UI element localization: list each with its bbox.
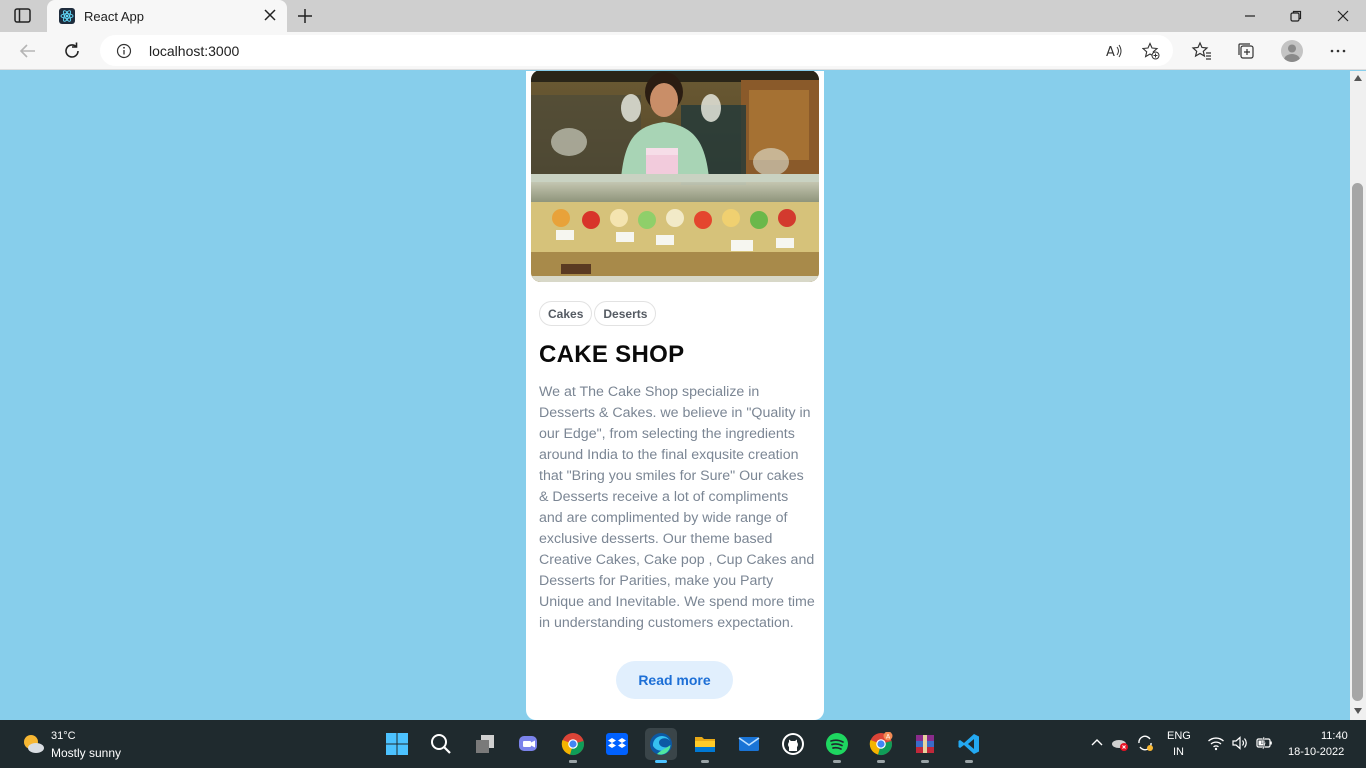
region-indicator[interactable]: IN: [1173, 746, 1184, 758]
clock-date[interactable]: 18-10-2022: [1288, 746, 1344, 758]
read-more-button[interactable]: Read more: [616, 661, 733, 699]
react-favicon-icon: [59, 8, 75, 24]
start-icon[interactable]: [381, 728, 413, 760]
volume-icon[interactable]: [1231, 734, 1249, 752]
battery-icon[interactable]: [1255, 734, 1273, 752]
card-title: CAKE SHOP: [539, 341, 685, 368]
search-icon[interactable]: [425, 728, 457, 760]
url-text[interactable]: localhost:3000: [149, 43, 239, 59]
browser-tab-react-app[interactable]: React App: [47, 0, 287, 32]
close-window-icon[interactable]: [1333, 6, 1353, 26]
running-indicator: [833, 760, 841, 763]
tab-bar: React App: [0, 0, 1366, 32]
tag-cakes[interactable]: Cakes: [539, 301, 593, 326]
site-info-icon[interactable]: [116, 43, 132, 59]
chrome-icon[interactable]: [557, 728, 589, 763]
running-indicator: [701, 760, 709, 763]
spotify-icon[interactable]: [821, 728, 853, 763]
taskbar: 31°C Mostly sunny A ENG IN 11:40 18-10-2…: [0, 720, 1366, 768]
running-indicator: [569, 760, 577, 763]
tag-list: Cakes Deserts: [539, 301, 657, 326]
wifi-icon[interactable]: [1207, 734, 1225, 752]
file-explorer-icon[interactable]: [689, 728, 721, 763]
page-viewport: Cakes Deserts CAKE SHOP We at The Cake S…: [0, 71, 1350, 720]
weather-description[interactable]: Mostly sunny: [51, 746, 121, 760]
scroll-down-arrow-icon[interactable]: [1354, 708, 1362, 714]
language-indicator[interactable]: ENG: [1167, 730, 1191, 742]
cake-shop-card: Cakes Deserts CAKE SHOP We at The Cake S…: [526, 71, 824, 720]
read-aloud-icon[interactable]: A: [1105, 42, 1123, 60]
minimize-icon[interactable]: [1240, 6, 1260, 26]
browser-toolbar: localhost:3000 A: [0, 32, 1366, 70]
svg-text:A: A: [1106, 45, 1115, 60]
scroll-up-arrow-icon[interactable]: [1354, 75, 1362, 81]
vscode-icon[interactable]: [953, 728, 985, 763]
cake-shop-photo: [531, 71, 819, 282]
clock-time[interactable]: 11:40: [1321, 730, 1348, 742]
mail-icon[interactable]: [733, 728, 765, 760]
sync-icon[interactable]: [1136, 734, 1154, 752]
refresh-icon[interactable]: [61, 40, 83, 62]
new-tab-icon[interactable]: [296, 7, 314, 25]
github-icon[interactable]: [777, 728, 809, 760]
profile-avatar-icon[interactable]: [1281, 40, 1303, 62]
running-indicator: [655, 760, 667, 763]
collections-icon[interactable]: [1235, 40, 1257, 62]
onedrive-error-icon[interactable]: [1111, 734, 1129, 752]
dropbox-icon[interactable]: [601, 728, 633, 760]
running-indicator: [965, 760, 973, 763]
more-menu-icon[interactable]: [1327, 40, 1349, 62]
weather-sunny-icon[interactable]: [21, 732, 45, 756]
show-hidden-icons-icon[interactable]: [1088, 734, 1106, 752]
back-icon[interactable]: [17, 40, 39, 62]
page-scrollbar[interactable]: [1350, 71, 1366, 720]
scrollbar-thumb[interactable]: [1352, 183, 1363, 701]
teams-chat-icon[interactable]: [513, 728, 545, 760]
tab-title: React App: [84, 9, 144, 24]
running-indicator: [921, 760, 929, 763]
card-description: We at The Cake Shop specialize in Desser…: [539, 384, 815, 631]
tag-deserts[interactable]: Deserts: [594, 301, 657, 326]
address-bar[interactable]: localhost:3000 A: [100, 35, 1173, 66]
restore-icon[interactable]: [1286, 6, 1306, 26]
favorites-icon[interactable]: [1191, 40, 1213, 62]
tab-close-icon[interactable]: [263, 8, 277, 22]
tab-actions-icon[interactable]: [12, 7, 34, 25]
winrar-icon[interactable]: [909, 728, 941, 763]
edge-icon[interactable]: [645, 728, 677, 763]
running-indicator: [877, 760, 885, 763]
weather-temperature[interactable]: 31°C: [51, 730, 76, 742]
add-favorite-icon[interactable]: [1141, 42, 1160, 60]
task-view-icon[interactable]: [469, 728, 501, 760]
chrome-profile-icon[interactable]: A: [865, 728, 897, 763]
